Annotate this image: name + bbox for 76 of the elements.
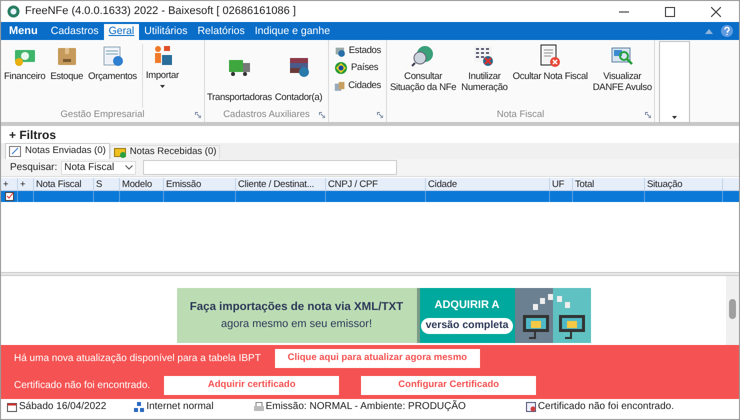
network-icon	[134, 402, 144, 412]
globe-search-icon	[411, 44, 436, 68]
search-type-dropdown[interactable]: Nota Fiscal	[61, 160, 136, 174]
ribbon-button[interactable]: Estados	[334, 44, 381, 58]
ribbon-button[interactable]: Visualizar DANFE Avulso	[590, 44, 654, 108]
window-title: FreeNFe (4.0.0.1633) 2022 - Baixesoft [ 02686161086 ]	[25, 4, 296, 20]
help-icon[interactable]	[721, 25, 733, 37]
calendar-icon	[7, 402, 17, 412]
document-icon	[100, 44, 124, 68]
search-label: Pesquisar:	[10, 161, 58, 175]
certificate-icon	[526, 402, 536, 412]
ribbon-tab[interactable]: Cadastros	[46, 24, 104, 40]
banner-headline: Faça importações de nota via XML/TXT	[190, 300, 404, 315]
ribbon-button[interactable]: Cidades	[334, 78, 381, 93]
ribbon-button[interactable]: Ocultar Nota Fiscal	[510, 44, 590, 108]
pencil-document-icon	[9, 146, 21, 157]
group-label: Gestão Empresarial	[60, 108, 144, 122]
status-text: Internet normal	[146, 400, 214, 414]
gallery-box[interactable]	[659, 41, 690, 123]
checkbox-icon[interactable]	[4, 192, 14, 201]
dialog-launcher-icon[interactable]	[377, 112, 383, 118]
column-header[interactable]: Modelo	[120, 178, 164, 190]
dialog-launcher-icon[interactable]	[645, 112, 651, 118]
filters-toggle[interactable]: + Filtros	[9, 128, 56, 142]
column-header[interactable]: Cidade	[426, 178, 550, 190]
flag-icon	[334, 61, 348, 76]
ribbon-button[interactable]: Transportadoras	[206, 44, 273, 108]
ribbon-button[interactable]: Financeiro	[2, 44, 48, 108]
status-text: Emissão: NORMAL - Ambiente: PRODUÇÃO	[266, 399, 466, 414]
close-icon[interactable]	[711, 6, 721, 16]
dropdown-arrow-icon	[160, 85, 165, 88]
ribbon-tab[interactable]: Relatórios	[192, 24, 250, 40]
group-label: Nota Fiscal	[496, 108, 544, 122]
chevron-icon	[125, 165, 134, 170]
ribbon-button[interactable]: Consultar Situação da NFe	[388, 44, 458, 108]
ribbon-button[interactable]: Países	[334, 61, 381, 76]
ribbon-tab[interactable]: Geral	[104, 24, 140, 40]
alert-message: Certificado não foi encontrado.	[14, 379, 150, 393]
scrollbar[interactable]	[726, 276, 739, 345]
ribbon-button[interactable]: Inutilizar Numeração	[459, 44, 510, 108]
group-label: Cadastros Auxiliares	[223, 108, 310, 122]
app-menu-button[interactable]: Menu	[1, 22, 46, 40]
column-header[interactable]: CNPJ / CPF	[326, 178, 426, 190]
ribbon-button[interactable]: Importar	[142, 44, 182, 108]
column-header[interactable]: S	[94, 178, 120, 190]
banner-cta-button[interactable]: versão completa	[420, 318, 514, 334]
document-delete-icon	[538, 44, 562, 68]
dialog-launcher-icon[interactable]	[319, 112, 325, 118]
search-field[interactable]	[143, 160, 398, 175]
folder-icon	[114, 147, 126, 158]
collapse-icon[interactable]	[705, 28, 713, 34]
column-header[interactable]: Situação	[645, 178, 723, 190]
note-tab[interactable]: Notas Enviadas (0)	[5, 143, 110, 159]
dropdown-arrow-icon	[672, 116, 677, 119]
ribbon-button[interactable]: Contador(a)	[274, 44, 324, 108]
maximize-icon[interactable]	[665, 6, 675, 16]
ribbon-button[interactable]: Estoque	[48, 44, 86, 108]
column-header[interactable]: +	[1, 178, 18, 190]
ribbon-tab[interactable]: Utilitários	[139, 24, 192, 40]
printer-icon	[254, 402, 264, 412]
banner-subline: agora mesmo em seu emissor!	[221, 316, 372, 332]
status-text: Certificado não foi encontrado.	[538, 400, 674, 414]
column-header[interactable]: +	[18, 178, 34, 190]
column-header[interactable]: UF	[550, 178, 573, 190]
banner-cta-text: ADQUIRIR A	[434, 298, 500, 314]
ribbon-tab[interactable]: Indique e ganhe	[250, 24, 336, 40]
column-header[interactable]: Emissão	[164, 178, 236, 190]
column-header[interactable]: Nota Fiscal	[34, 178, 94, 190]
app-logo-icon	[7, 5, 20, 18]
column-header[interactable]: Cliente / Destinat...	[236, 178, 326, 190]
column-header[interactable]: Total	[573, 178, 645, 190]
alert-message: Há uma nova atualização disponível para a tabela IBPT	[14, 352, 261, 366]
note-tab[interactable]: Notas Recebidas (0)	[110, 145, 220, 159]
dialog-launcher-icon[interactable]	[195, 112, 201, 118]
status-text: Sábado 16/04/2022	[19, 400, 106, 414]
ribbon-button[interactable]: Orçamentos	[86, 44, 139, 108]
